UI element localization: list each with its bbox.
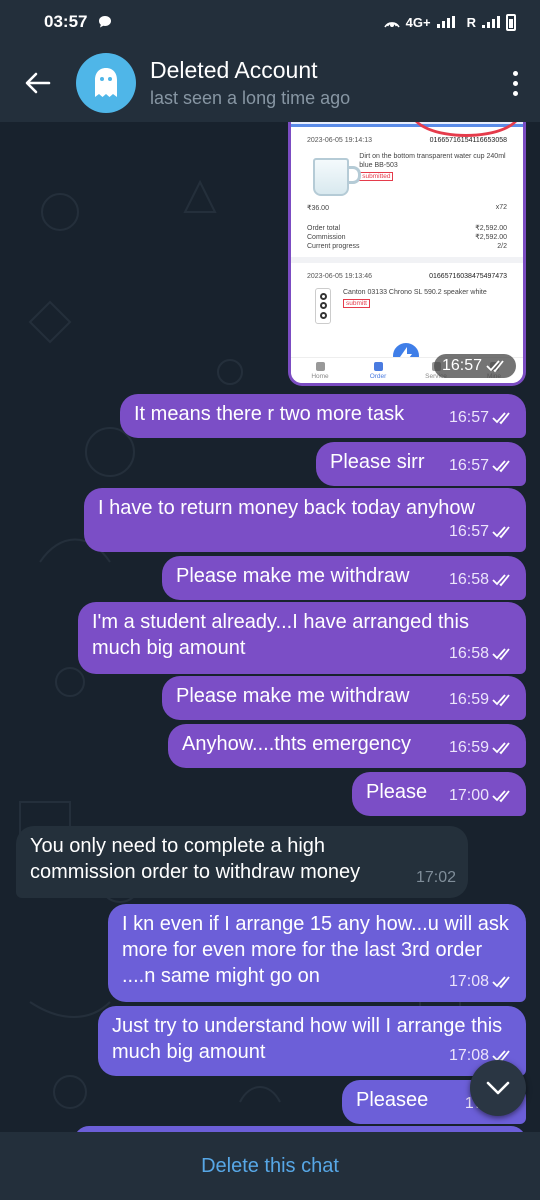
progress-label: Current progress bbox=[307, 243, 360, 250]
double-check-icon bbox=[492, 412, 510, 425]
order-2-id: 01665716038475497473 bbox=[429, 273, 507, 280]
message-bubble[interactable]: It means there r two more task 16:57 bbox=[120, 394, 526, 438]
screenshot-image[interactable]: 2023-06-05 19:14:13 01665716154116653058… bbox=[291, 122, 523, 383]
chat-subtitle: last seen a long time ago bbox=[150, 88, 351, 108]
message-text: Please sirr bbox=[330, 451, 425, 473]
double-check-icon bbox=[492, 790, 510, 803]
status-bar: 03:57 4G+ R bbox=[0, 0, 540, 44]
double-check-icon bbox=[492, 526, 510, 539]
cup-image-icon bbox=[307, 152, 361, 198]
delete-chat-button[interactable]: Delete this chat bbox=[201, 1155, 339, 1178]
message-time: 16:58 bbox=[448, 571, 489, 588]
order-card-2: 2023-06-05 19:13:46 01665716038475497473… bbox=[291, 263, 523, 324]
message-time: 16:58 bbox=[448, 645, 489, 662]
double-check-icon bbox=[492, 574, 510, 587]
message-text: Please bbox=[366, 781, 428, 803]
order-1-status: submitted bbox=[359, 172, 394, 181]
order-total-value: ₹2,592.00 bbox=[475, 225, 507, 232]
message-time: 16:57 bbox=[448, 523, 489, 540]
commission-label: Commission bbox=[307, 234, 346, 241]
chat-area[interactable]: 2023-06-05 19:14:13 01665716154116653058… bbox=[0, 122, 540, 1132]
tab-home: Home bbox=[291, 358, 349, 383]
message-time: 16:59 bbox=[448, 691, 489, 708]
order-2-date: 2023-06-05 19:13:46 bbox=[307, 273, 372, 280]
scroll-down-button[interactable] bbox=[470, 1060, 526, 1116]
order-1-date: 2023-06-05 19:14:13 bbox=[307, 137, 372, 144]
message-bubble-incoming[interactable]: You only need to complete a high commiss… bbox=[16, 826, 468, 898]
double-check-icon bbox=[492, 694, 510, 707]
bottom-action-bar: Delete this chat bbox=[0, 1132, 540, 1200]
message-text: Pleasee bbox=[356, 1089, 429, 1111]
message-bubble[interactable]: I kn even if I arrange 15 any how...u wi… bbox=[108, 904, 526, 1002]
message-bubble[interactable]: I have to return money back today anyhow… bbox=[84, 488, 526, 552]
progress-value: 2/2 bbox=[497, 243, 507, 250]
image-message-time: 16:57 bbox=[433, 354, 516, 378]
battery-icon bbox=[506, 13, 516, 31]
message-bubble[interactable]: Please 17:00 bbox=[352, 772, 526, 816]
message-text: I have to return money back today anyhow bbox=[98, 497, 475, 519]
message-text: Please make me withdraw bbox=[176, 685, 410, 707]
signal-icon-2 bbox=[482, 16, 500, 28]
tab-order: Order bbox=[349, 358, 407, 383]
arrow-left-icon bbox=[25, 72, 51, 94]
order-1-price: ₹36.00 bbox=[307, 205, 329, 212]
order-total-label: Order total bbox=[307, 225, 341, 232]
double-check-icon bbox=[492, 648, 510, 661]
message-bubble[interactable]: Anyhow....thts emergency 16:59 bbox=[168, 724, 526, 768]
order-card-1: 2023-06-05 19:14:13 01665716154116653058… bbox=[291, 127, 523, 263]
status-time: 03:57 bbox=[44, 12, 88, 31]
double-check-icon bbox=[492, 742, 510, 755]
message-bubble[interactable]: Please make me withdraw 16:58 bbox=[162, 556, 526, 600]
message-time: 17:08 bbox=[448, 973, 489, 990]
network-type: 4G+ bbox=[405, 14, 431, 30]
message-text: Please make me withdraw bbox=[176, 565, 410, 587]
hotspot-icon bbox=[383, 22, 400, 28]
message-bubble[interactable]: Please make me withdraw 16:59 bbox=[162, 676, 526, 720]
message-bubble[interactable]: Please sirr 16:57 bbox=[316, 442, 526, 486]
order-1-qty: x72 bbox=[495, 204, 507, 211]
message-time: 16:57 bbox=[448, 409, 489, 426]
chat-title: Deleted Account bbox=[150, 57, 318, 83]
signal-icon bbox=[436, 16, 455, 28]
back-button[interactable] bbox=[0, 44, 76, 122]
more-menu-button[interactable] bbox=[490, 44, 540, 122]
speaker-image-icon bbox=[315, 288, 331, 324]
chevron-down-icon bbox=[486, 1081, 510, 1095]
order-2-status: submitt bbox=[343, 299, 370, 308]
message-bubble[interactable]: I'm a student already...I have arranged … bbox=[78, 602, 526, 674]
message-time: 16:57 bbox=[448, 457, 489, 474]
carrier-label: R bbox=[466, 14, 476, 30]
message-text: Anyhow....thts emergency bbox=[182, 733, 412, 755]
message-bubble[interactable]: Just try to understand how will I arrang… bbox=[98, 1006, 526, 1076]
chat-notification-icon bbox=[99, 16, 112, 28]
order-1-product: Dirt on the bottom transparent water cup… bbox=[359, 153, 506, 169]
message-text: You only need to complete a high commiss… bbox=[30, 835, 361, 883]
chat-header: Deleted Account last seen a long time ag… bbox=[0, 44, 540, 122]
double-check-icon bbox=[486, 360, 504, 373]
message-time: 16:59 bbox=[448, 739, 489, 756]
ghost-icon bbox=[95, 68, 117, 97]
message-text: It means there r two more task bbox=[134, 403, 405, 425]
image-message[interactable]: 2023-06-05 19:14:13 01665716154116653058… bbox=[288, 122, 526, 386]
message-time: 17:00 bbox=[448, 787, 489, 804]
order-1-id: 01665716154116653058 bbox=[429, 137, 507, 144]
chat-title-block[interactable]: Deleted Account last seen a long time ag… bbox=[150, 57, 490, 109]
commission-value: ₹2,592.00 bbox=[475, 234, 507, 241]
message-time: 17:02 bbox=[415, 869, 456, 886]
avatar[interactable] bbox=[76, 53, 136, 113]
order-2-product: Canton 03133 Chrono SL 590.2 speaker whi… bbox=[343, 289, 487, 296]
double-check-icon bbox=[492, 460, 510, 473]
double-check-icon bbox=[492, 976, 510, 989]
